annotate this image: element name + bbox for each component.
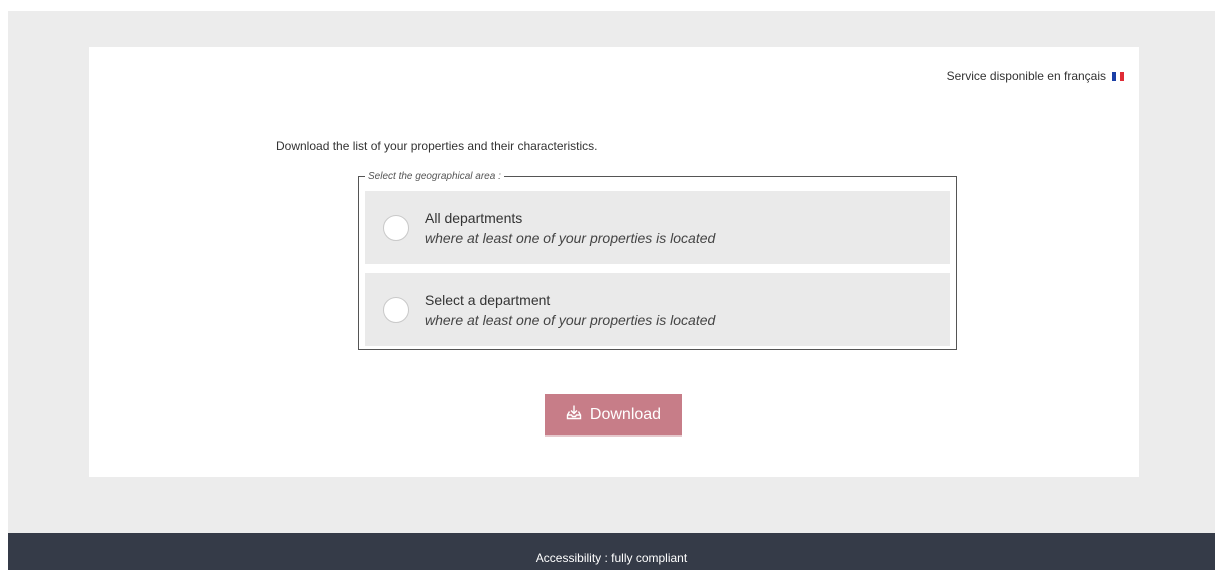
option-text: All departments where at least one of yo…: [425, 208, 715, 248]
language-link-label: Service disponible en français: [946, 69, 1106, 83]
footer: Accessibility : fully compliant: [8, 533, 1215, 570]
main-card: Service disponible en français Download …: [89, 47, 1139, 477]
option-subtitle: where at least one of your properties is…: [425, 229, 716, 246]
download-button[interactable]: Download: [545, 394, 682, 435]
option-all-departments[interactable]: All departments where at least one of yo…: [365, 191, 950, 264]
option-text: Select a department where at least one o…: [425, 290, 715, 330]
download-tray-icon: [566, 404, 582, 425]
radio-button[interactable]: [383, 296, 409, 323]
fieldset-legend: Select the geographical area :: [368, 171, 501, 182]
option-select-department[interactable]: Select a department where at least one o…: [365, 273, 950, 346]
radio-button[interactable]: [383, 214, 409, 241]
france-flag-icon: [1112, 71, 1124, 81]
intro-text: Download the list of your properties and…: [276, 139, 598, 153]
option-title: Select a department: [425, 291, 551, 308]
accessibility-link[interactable]: Accessibility : fully compliant: [536, 551, 687, 565]
option-title: All departments: [425, 209, 523, 226]
language-link[interactable]: Service disponible en français: [947, 69, 1124, 83]
option-subtitle: where at least one of your properties is…: [425, 311, 716, 328]
geographical-area-fieldset: Select the geographical area : All depar…: [358, 171, 957, 350]
download-button-label: Download: [589, 405, 662, 423]
